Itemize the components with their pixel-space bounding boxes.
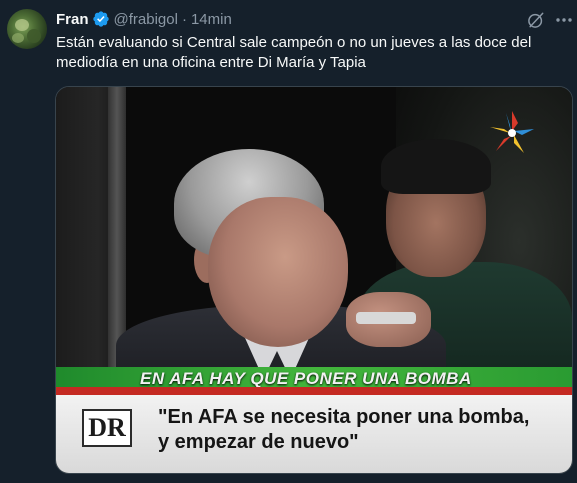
dr-logo-text: DR: [88, 413, 126, 442]
person-figure: [208, 197, 348, 347]
tweet-card[interactable]: Fran @frabigol · 14min Están evaluando s…: [0, 0, 577, 483]
grok-icon[interactable]: [526, 10, 546, 30]
banner-stripe: [56, 387, 572, 395]
person-figure: [381, 139, 491, 194]
avatar-shape: [15, 19, 29, 31]
author-handle[interactable]: @frabigol: [114, 11, 178, 28]
channel-logo-icon: [490, 111, 534, 153]
tweet-text: Están evaluando si Central sale campeón …: [56, 34, 532, 71]
tweet-header: Fran @frabigol · 14min: [56, 9, 232, 29]
quote-line: "En AFA se necesita poner una bomba,: [158, 406, 530, 428]
quote-text: "En AFA se necesita poner una bomba, y e…: [158, 405, 558, 455]
author-display-name[interactable]: Fran: [56, 11, 89, 28]
separator-dot: ·: [181, 10, 187, 28]
news-banner-text: EN AFA HAY QUE PONER UNA BOMBA: [140, 369, 472, 388]
timestamp[interactable]: 14min: [191, 11, 232, 28]
quote-line: y empezar de nuevo": [158, 431, 359, 453]
dr-logo: DR: [82, 409, 132, 447]
avatar-shape: [27, 29, 41, 43]
microphone-icon: [356, 312, 416, 324]
avatar-shape: [12, 33, 24, 43]
more-options-icon[interactable]: [555, 10, 573, 30]
avatar[interactable]: [7, 9, 47, 49]
verified-badge-icon: [92, 11, 109, 27]
tweet-media[interactable]: EN AFA HAY QUE PONER UNA BOMBA DR "En AF…: [55, 86, 573, 474]
